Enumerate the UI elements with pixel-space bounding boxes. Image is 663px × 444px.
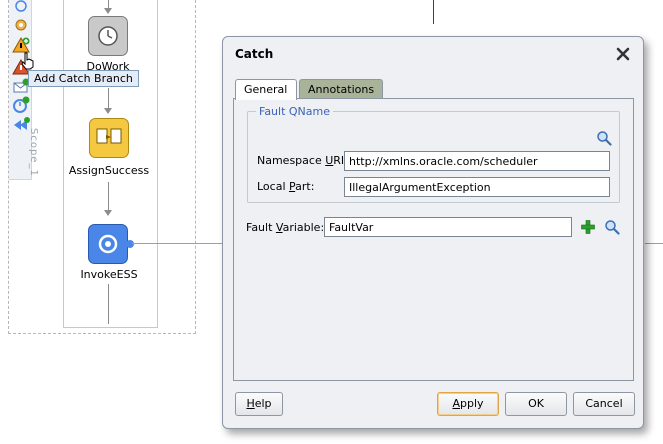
flow-line	[108, 284, 109, 324]
close-icon[interactable]	[615, 46, 631, 62]
gear-icon[interactable]	[12, 16, 30, 34]
cancel-button[interactable]: Cancel	[573, 392, 635, 416]
fault-qname-group: Fault QName Namespace URI: Local Part:	[247, 105, 620, 203]
scope-toolbar: Scope_1	[9, 0, 39, 180]
fault-qname-legend: Fault QName	[256, 105, 334, 118]
canvas-divider	[433, 0, 434, 24]
node-assign-success-label: AssignSuccess	[68, 164, 150, 177]
namespace-uri-input[interactable]	[344, 151, 610, 171]
node-invoke-ess-label: InvokeESS	[80, 268, 138, 281]
node-dowork[interactable]	[88, 16, 128, 56]
hand-cursor-icon	[20, 52, 36, 70]
namespace-uri-label: Namespace URI:	[257, 154, 348, 167]
tab-annotations[interactable]: Annotations	[299, 79, 383, 99]
tab-general[interactable]: General	[235, 79, 297, 100]
partner-link-line	[132, 243, 222, 244]
partner-link-line	[645, 243, 663, 244]
local-part-label: Local Part:	[257, 180, 315, 193]
scope-label: Scope_1	[28, 128, 39, 177]
apply-button[interactable]: Apply	[437, 392, 499, 416]
dialog-title: Catch	[235, 47, 274, 61]
flow-arrow	[104, 8, 112, 14]
browse-variable-search-icon[interactable]	[604, 219, 620, 235]
ok-button[interactable]: OK	[505, 392, 567, 416]
fault-variable-input[interactable]	[324, 217, 572, 237]
node-invoke-ess[interactable]	[88, 224, 128, 264]
partner-link-connector[interactable]	[126, 240, 134, 248]
timer-icon[interactable]	[12, 96, 30, 114]
flow-arrow	[104, 108, 112, 114]
help-button[interactable]: Help	[235, 392, 283, 416]
flow-arrow	[104, 210, 112, 216]
search-icon[interactable]	[596, 130, 612, 146]
add-variable-icon[interactable]	[580, 219, 596, 235]
general-panel: Fault QName Namespace URI: Local Part: F…	[233, 98, 634, 381]
local-part-input[interactable]	[344, 177, 610, 197]
fault-variable-label: Fault Variable:	[246, 221, 325, 234]
catch-dialog: Catch General Annotations Fault QName Na…	[222, 36, 644, 429]
node-assign-success[interactable]	[89, 118, 129, 158]
node-dowork-label: DoWork	[86, 60, 130, 73]
